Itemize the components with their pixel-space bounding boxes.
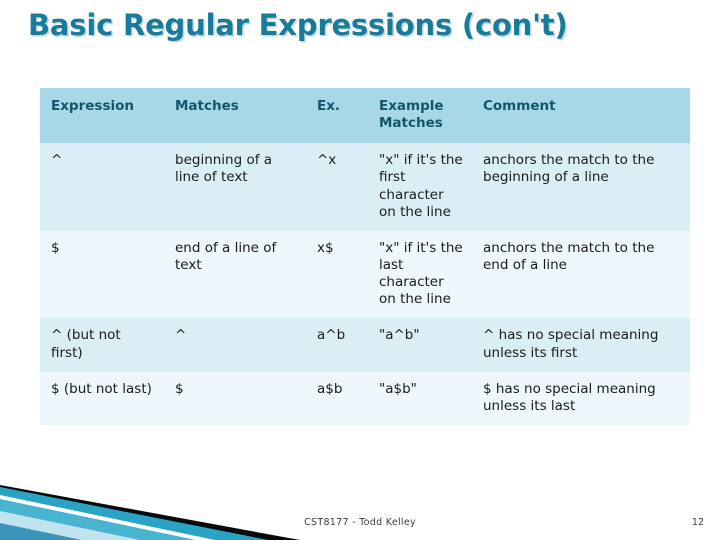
cell-expression: $ (but not last) [40,371,164,425]
cell-expression: ^ [40,143,164,231]
corner-decoration [0,485,300,540]
table-row: ^ (but not first) ^ a^b "a^b" ^ has no s… [40,318,690,372]
cell-comment: ^ has no special meaning unless its firs… [472,318,690,372]
cell-comment: anchors the match to the beginning of a … [472,143,690,231]
column-header-ex: Ex. [306,88,368,144]
cell-example-matches: "x" if it's the first character on the l… [368,143,472,231]
slide: Basic Regular Expressions (con't) Expres… [0,0,720,540]
footer-text: CST8177 - Todd Kelley [304,517,416,528]
cell-example-matches: "x" if it's the last character on the li… [368,230,472,319]
cell-expression: $ [40,230,164,319]
cell-matches: end of a line of text [164,230,306,319]
page-title: Basic Regular Expressions (con't) [28,8,568,42]
cell-example-matches: "a^b" [368,318,472,372]
cell-ex: ^x [306,143,368,231]
column-header-expression: Expression [40,88,164,144]
cell-matches: ^ [164,318,306,372]
regex-table: Expression Matches Ex. Example Matches C… [40,88,690,425]
table-header-row: Expression Matches Ex. Example Matches C… [40,88,690,144]
cell-ex: a$b [306,371,368,425]
regex-table-container: Expression Matches Ex. Example Matches C… [40,88,690,425]
cell-matches: beginning of a line of text [164,143,306,231]
cell-expression: ^ (but not first) [40,318,164,372]
cell-matches: $ [164,371,306,425]
column-header-matches: Matches [164,88,306,144]
column-header-example-matches: Example Matches [368,88,472,144]
cell-ex: x$ [306,230,368,319]
cell-example-matches: "a$b" [368,371,472,425]
cell-comment: $ has no special meaning unless its last [472,371,690,425]
page-number: 12 [691,517,704,528]
cell-ex: a^b [306,318,368,372]
cell-comment: anchors the match to the end of a line [472,230,690,319]
table-row: $ (but not last) $ a$b "a$b" $ has no sp… [40,371,690,425]
column-header-comment: Comment [472,88,690,144]
table-row: $ end of a line of text x$ "x" if it's t… [40,230,690,319]
table-row: ^ beginning of a line of text ^x "x" if … [40,143,690,231]
